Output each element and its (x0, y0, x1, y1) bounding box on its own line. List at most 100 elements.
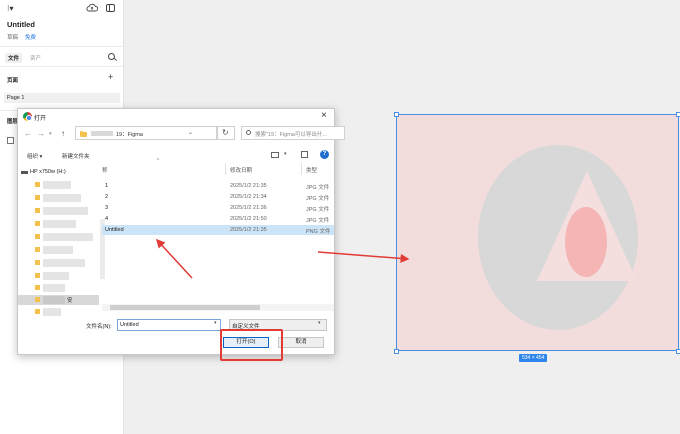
blurred-nav-item[interactable] (43, 284, 65, 292)
frame-icon[interactable] (7, 137, 14, 144)
nav-item-label: 安 (67, 298, 73, 304)
toggle-sidebar-icon[interactable] (106, 4, 115, 12)
plan-badge[interactable]: 免费 (25, 33, 36, 41)
help-icon[interactable]: ? (320, 150, 329, 159)
blurred-nav-item[interactable] (43, 233, 93, 241)
resize-handle-bl[interactable] (394, 349, 399, 354)
file-row[interactable]: 4 2025/1/2 21:50 JPG 文件 (102, 214, 334, 224)
blurred-nav-item[interactable] (43, 308, 61, 316)
dialog-title: 打开 (34, 116, 47, 122)
chevron-down-icon[interactable]: ▾ (214, 320, 217, 326)
filename-label: 文件名(N): (86, 324, 112, 330)
folder-icon (35, 273, 40, 278)
dialog-titlebar[interactable]: 打开 × (18, 109, 334, 125)
view-mode-icon[interactable] (271, 152, 279, 158)
file-type: PNG 文件 (306, 229, 331, 235)
tab-assets[interactable]: 资产 (30, 54, 41, 62)
column-header-date[interactable]: 修改日期 (230, 166, 252, 174)
file-type: JPG 文件 (306, 196, 330, 202)
blurred-nav-item (43, 296, 65, 304)
column-separator[interactable] (225, 163, 226, 175)
file-type: JPG 文件 (306, 218, 330, 224)
folder-icon (80, 131, 87, 137)
file-row[interactable]: 3 2025/1/2 21:36 JPG 文件 (102, 203, 334, 213)
folder-icon (35, 234, 40, 239)
scrollbar-thumb[interactable] (110, 305, 260, 310)
refresh-icon: ↻ (222, 128, 229, 137)
forward-arrow-icon[interactable]: → (37, 129, 45, 138)
blurred-nav-item[interactable] (43, 246, 73, 254)
search-placeholder: 搜索"19：Figma可以导出什... (255, 132, 327, 138)
pages-heading: 页面 (7, 78, 19, 84)
sort-ascending-icon[interactable]: ^ (157, 158, 159, 164)
figma-menu-icon[interactable]: ⁝▾ (7, 4, 14, 13)
blurred-nav-item[interactable] (43, 207, 88, 215)
chevron-down-icon[interactable]: ▾ (284, 151, 287, 157)
file-date: 2025/1/2 21:35 (230, 183, 267, 189)
file-type: JPG 文件 (306, 185, 330, 191)
folder-icon (35, 221, 40, 226)
column-header-type[interactable]: 类型 (306, 166, 317, 174)
file-date: 2025/1/2 21:36 (230, 205, 267, 211)
preview-pane-icon[interactable] (301, 151, 308, 158)
page-item[interactable]: Page 1 (4, 93, 120, 103)
back-arrow-icon[interactable]: ← (24, 129, 32, 138)
blurred-nav-item[interactable] (43, 220, 76, 228)
file-row[interactable]: 2 2025/1/2 21:34 JPG 文件 (102, 192, 334, 202)
divider (0, 66, 124, 67)
organize-button[interactable]: 组织 ▾ (27, 152, 42, 160)
file-row-selected[interactable]: Untitled 2025/1/2 21:35 PNG 文件 (102, 225, 334, 235)
blurred-nav-item[interactable] (43, 194, 81, 202)
drafts-label[interactable]: 草稿 (7, 33, 18, 41)
address-bar[interactable]: 19：Figma ⌄ (75, 126, 217, 140)
file-name: Untitled (105, 227, 124, 233)
folder-icon (35, 182, 40, 187)
folder-icon (35, 285, 40, 290)
divider (0, 46, 124, 47)
search-icon (246, 130, 251, 135)
blurred-path (91, 131, 113, 136)
resize-handle-tl[interactable] (394, 112, 399, 117)
file-date: 2025/1/2 21:34 (230, 194, 267, 200)
navigation-pane: HP x750w (H:) 安 (18, 164, 99, 316)
nav-item-drive[interactable]: HP x750w (H:) (30, 169, 66, 175)
new-folder-button[interactable]: 新建文件夹 (62, 152, 90, 160)
blurred-nav-item[interactable] (43, 272, 69, 280)
search-icon[interactable] (108, 53, 115, 60)
file-row[interactable]: 1 2025/1/2 21:35 JPG 文件 (102, 181, 334, 191)
folder-icon (35, 208, 40, 213)
canvas-frame[interactable] (396, 114, 679, 351)
file-title[interactable]: Untitled (7, 20, 35, 29)
filename-input[interactable]: Untitled (117, 319, 221, 331)
chevron-down-icon[interactable]: ▾ (318, 320, 321, 326)
chevron-down-icon[interactable]: ⌄ (188, 129, 193, 136)
folder-icon (35, 297, 40, 302)
resize-handle-br[interactable] (676, 349, 680, 354)
folder-icon (35, 195, 40, 200)
folder-icon (35, 260, 40, 265)
blurred-nav-item[interactable] (43, 259, 85, 267)
refresh-button[interactable]: ↻ (217, 126, 235, 140)
file-name: 2 (105, 194, 109, 200)
add-page-icon[interactable]: + (108, 72, 113, 82)
cloud-upload-icon[interactable] (86, 3, 98, 12)
close-icon[interactable]: × (321, 110, 327, 121)
file-date: 2025/1/2 21:35 (230, 227, 267, 233)
tab-file[interactable]: 文件 (5, 53, 23, 63)
column-header-name[interactable]: 称 (102, 166, 108, 174)
blurred-nav-item[interactable] (43, 181, 71, 189)
address-segment[interactable]: 19：Figma (116, 130, 143, 138)
open-file-dialog: 打开 × ← → ▾ ↑ 19：Figma ⌄ ↻ 搜索"19：Figma可以导… (17, 108, 345, 355)
column-separator[interactable] (301, 163, 302, 175)
resize-handle-tr[interactable] (676, 112, 680, 117)
recent-locations-icon[interactable]: ▾ (49, 131, 52, 137)
file-type: JPG 文件 (306, 207, 330, 213)
search-input[interactable]: 搜索"19：Figma可以导出什... (241, 126, 345, 140)
file-name: 3 (105, 205, 109, 211)
horizontal-scrollbar[interactable] (102, 304, 334, 311)
up-arrow-icon[interactable]: ↑ (61, 129, 65, 138)
pink-ellipse[interactable] (565, 207, 607, 277)
cancel-button[interactable]: 取消 (278, 337, 324, 348)
folder-icon (35, 309, 40, 314)
folder-icon (35, 247, 40, 252)
